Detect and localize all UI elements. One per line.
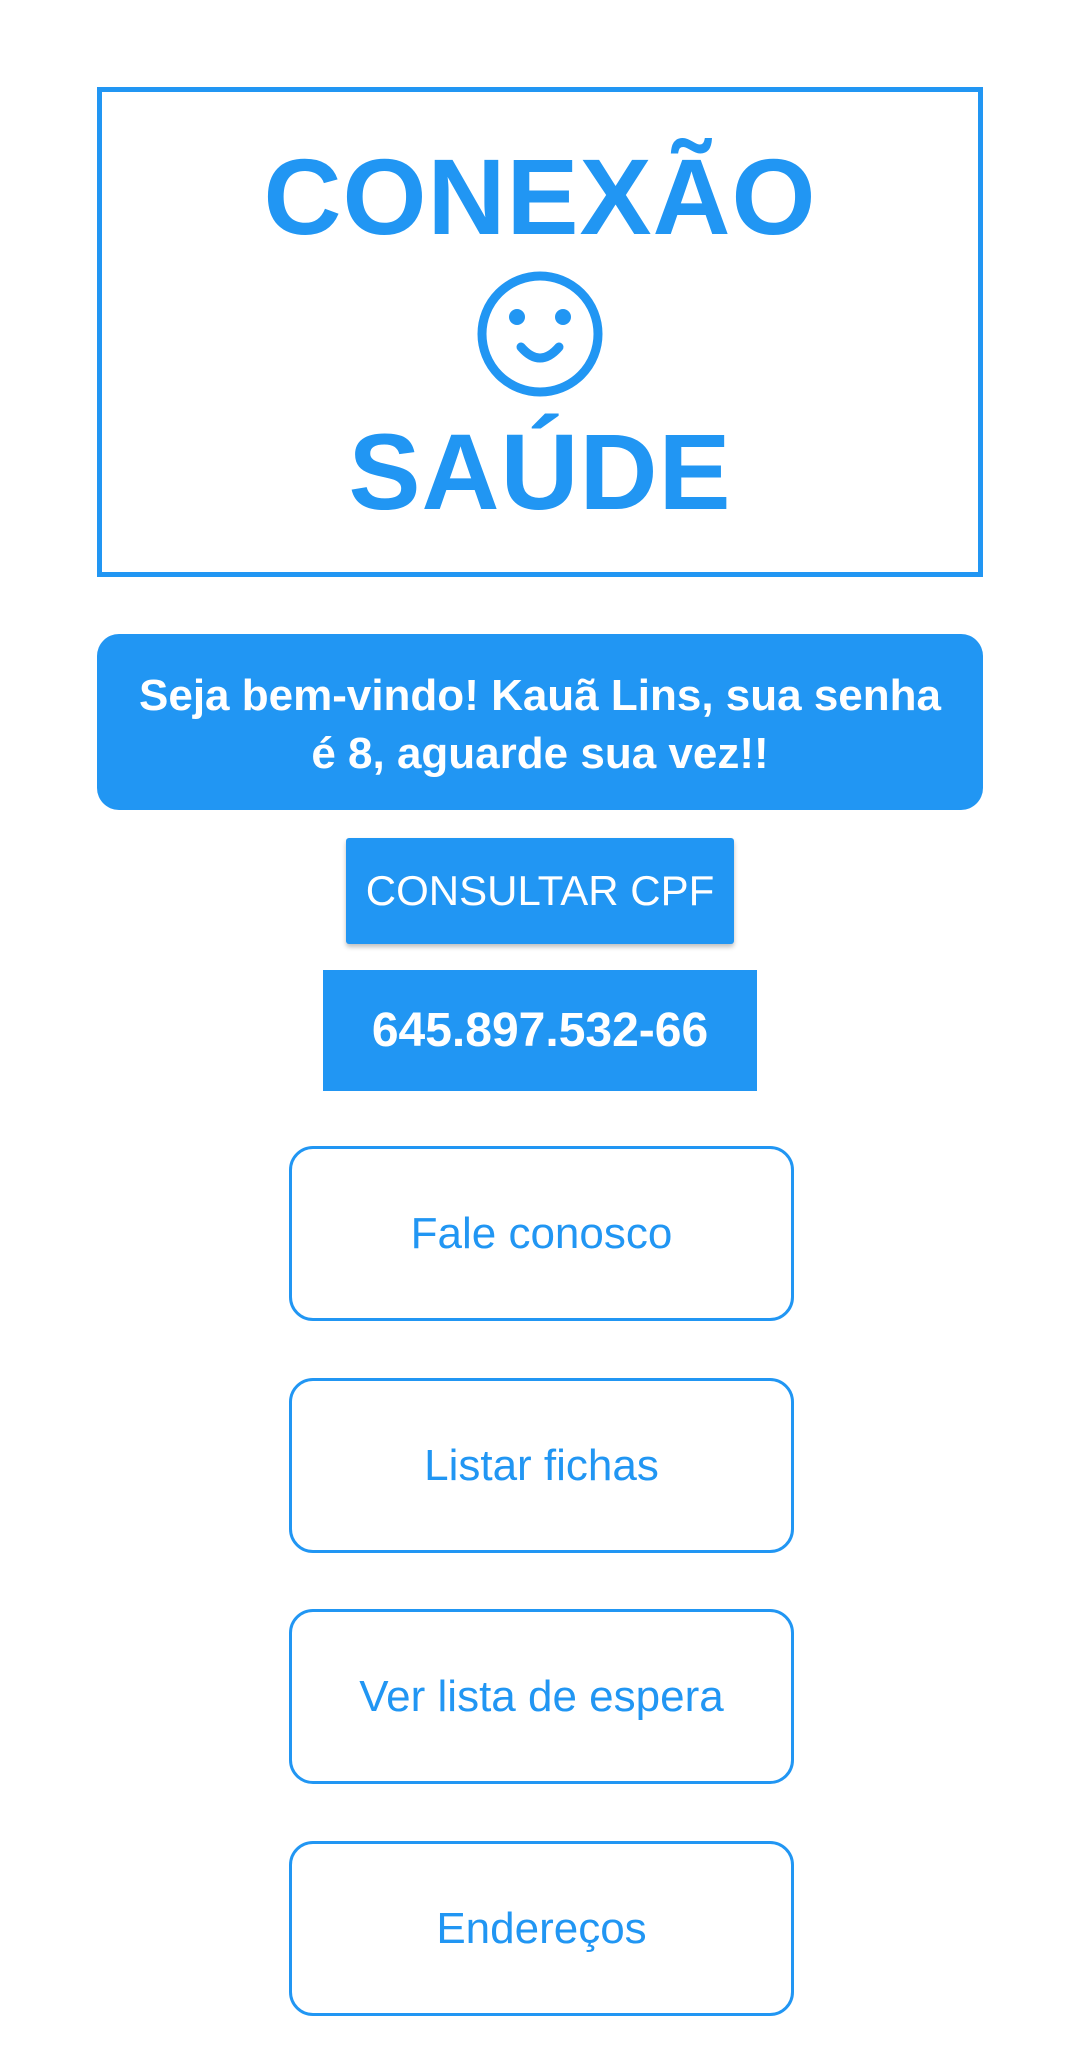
logo-box: CONEXÃO SAÚDE [97,87,983,577]
consult-cpf-button[interactable]: CONSULTAR CPF [346,838,734,944]
waiting-list-button[interactable]: Ver lista de espera [289,1609,794,1784]
list-tickets-button[interactable]: Listar fichas [289,1378,794,1553]
addresses-button[interactable]: Endereços [289,1841,794,2016]
smiley-face-icon [477,271,603,397]
logo-title-bottom: SAÚDE [348,411,732,532]
cpf-value: 645.897.532-66 [323,970,757,1091]
welcome-banner: Seja bem-vindo! Kauã Lins, sua senha é 8… [97,634,983,810]
contact-us-button[interactable]: Fale conosco [289,1146,794,1321]
logo-title-top: CONEXÃO [263,136,817,257]
